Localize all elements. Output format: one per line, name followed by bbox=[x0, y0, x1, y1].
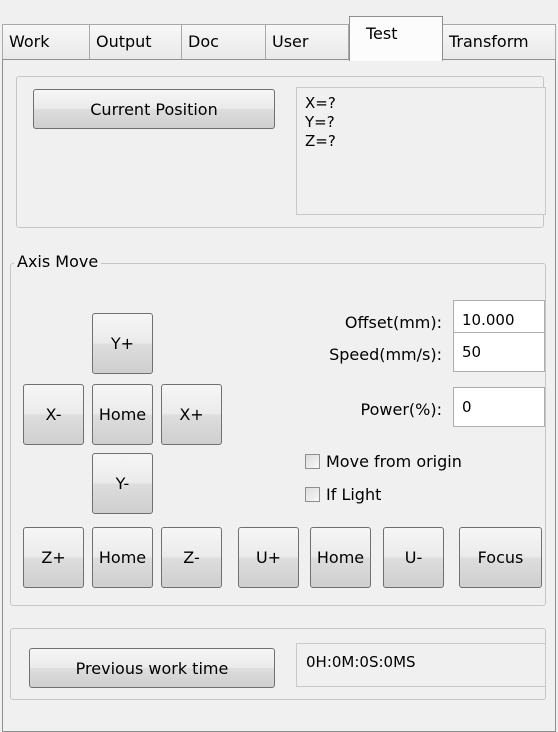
y-minus-button[interactable]: Y- bbox=[92, 453, 153, 514]
current-position-button[interactable]: Current Position bbox=[33, 89, 275, 129]
offset-label: Offset(mm): bbox=[344, 313, 442, 332]
if-light-checkbox[interactable]: If Light bbox=[305, 485, 381, 504]
power-label: Power(%): bbox=[360, 400, 442, 419]
previous-work-time-button[interactable]: Previous work time bbox=[29, 648, 275, 688]
tab-work-label: Work bbox=[9, 32, 50, 51]
work-time-readout: 0H:0M:0S:0MS bbox=[296, 643, 546, 687]
position-readout: X=? Y=? Z=? bbox=[296, 87, 546, 215]
power-input[interactable] bbox=[453, 387, 545, 427]
axis-move-title: Axis Move bbox=[14, 252, 102, 271]
home-u-button[interactable]: Home bbox=[310, 527, 371, 588]
focus-button[interactable]: Focus bbox=[459, 527, 542, 588]
tab-test[interactable]: Test bbox=[349, 16, 443, 61]
speed-label: Speed(mm/s): bbox=[329, 345, 442, 364]
tab-output[interactable]: Output bbox=[89, 24, 182, 60]
u-plus-button[interactable]: U+ bbox=[238, 527, 299, 588]
z-plus-button[interactable]: Z+ bbox=[23, 527, 84, 588]
tab-transform[interactable]: Transform bbox=[442, 24, 556, 60]
tab-user[interactable]: User bbox=[265, 24, 349, 60]
home-z-button[interactable]: Home bbox=[92, 527, 153, 588]
x-plus-button[interactable]: X+ bbox=[161, 384, 222, 445]
home-xy-button[interactable]: Home bbox=[92, 384, 153, 445]
speed-input[interactable] bbox=[453, 332, 545, 372]
move-from-origin-box[interactable] bbox=[305, 454, 320, 469]
position-y: Y=? bbox=[305, 113, 335, 131]
move-from-origin-checkbox[interactable]: Move from origin bbox=[305, 452, 462, 471]
tab-output-label: Output bbox=[96, 32, 152, 51]
tab-user-label: User bbox=[272, 32, 309, 51]
if-light-label: If Light bbox=[326, 485, 382, 504]
if-light-box[interactable] bbox=[305, 487, 320, 502]
y-plus-button[interactable]: Y+ bbox=[92, 313, 153, 374]
tab-doc[interactable]: Doc bbox=[181, 24, 266, 60]
move-from-origin-label: Move from origin bbox=[326, 452, 462, 471]
tab-bar: Work Output Doc User Test Transform bbox=[0, 0, 558, 61]
position-z: Z=? bbox=[305, 132, 336, 150]
tab-work[interactable]: Work bbox=[2, 24, 90, 60]
tab-test-label: Test bbox=[366, 24, 398, 43]
u-minus-button[interactable]: U- bbox=[383, 527, 444, 588]
z-minus-button[interactable]: Z- bbox=[161, 527, 222, 588]
x-minus-button[interactable]: X- bbox=[23, 384, 84, 445]
tab-doc-label: Doc bbox=[188, 32, 219, 51]
tab-transform-label: Transform bbox=[449, 32, 529, 51]
position-x: X=? bbox=[305, 94, 336, 112]
